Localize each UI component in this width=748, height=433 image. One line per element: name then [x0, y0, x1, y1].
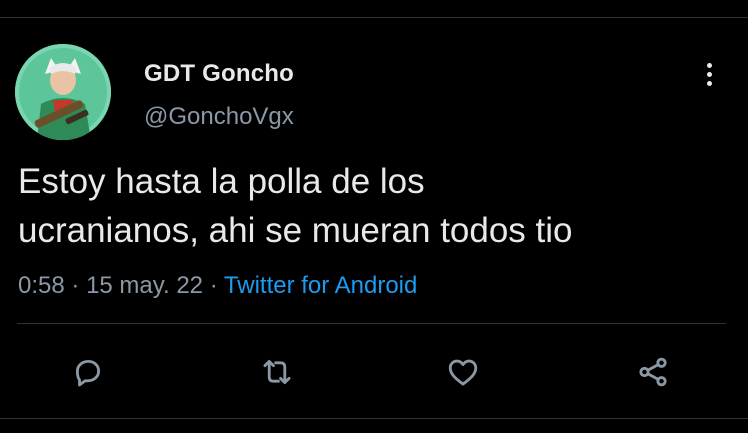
top-divider [0, 17, 748, 18]
reply-button[interactable] [66, 350, 110, 394]
tweet-time: 0:58 [18, 272, 65, 299]
user-handle[interactable]: @GonchoVgx [144, 103, 294, 131]
tweet-meta: 0:58 · 15 may. 22 · Twitter for Android [18, 272, 417, 300]
retweet-icon [263, 359, 291, 385]
actions-divider [17, 323, 726, 324]
bottom-divider [0, 418, 748, 419]
tweet-text: Estoy hasta la polla de los ucranianos, … [18, 162, 573, 250]
heart-icon [448, 359, 478, 386]
like-button[interactable] [441, 350, 485, 394]
meta-separator: · [209, 272, 218, 299]
avatar[interactable] [15, 44, 111, 140]
retweet-button[interactable] [255, 350, 299, 394]
meta-separator: · [71, 272, 80, 299]
share-button[interactable] [631, 350, 675, 394]
reply-icon [75, 359, 101, 387]
more-vertical-icon[interactable] [697, 60, 721, 90]
tweet-source-link[interactable]: Twitter for Android [224, 272, 417, 299]
tweet-date[interactable]: 15 may. 22 [86, 272, 203, 299]
display-name[interactable]: GDT Goncho [144, 60, 294, 88]
avatar-image [15, 44, 111, 140]
share-icon [639, 357, 667, 387]
